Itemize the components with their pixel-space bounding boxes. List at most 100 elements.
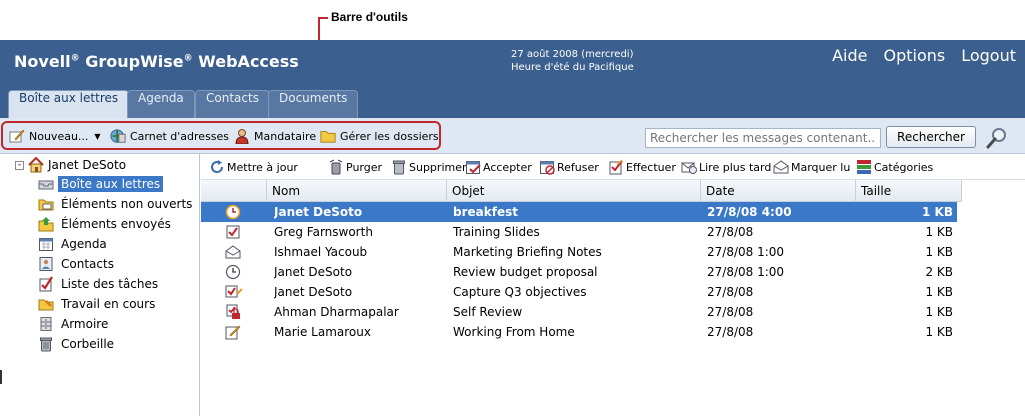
message-row[interactable]: Janet DeSoto breakfest 27/8/08 4:00 1 KB	[201, 202, 957, 222]
mark-read-button[interactable]: Marquer lu	[773, 159, 850, 175]
message-sender: Janet DeSoto	[274, 205, 363, 219]
calendar-icon	[38, 236, 54, 252]
new-button-label: Nouveau...	[29, 129, 89, 143]
complete-label: Effectuer	[626, 160, 676, 174]
message-date: 27/8/08	[707, 285, 754, 299]
search-button[interactable]: Rechercher	[886, 126, 976, 148]
collapse-icon[interactable]: -	[15, 160, 24, 170]
accept-button[interactable]: Accepter	[465, 159, 532, 175]
note-icon	[225, 324, 241, 340]
mail-icon	[225, 244, 241, 260]
cabinet-icon	[38, 316, 54, 332]
delete-button[interactable]: Supprimer	[391, 159, 467, 175]
delete-label: Supprimer	[409, 160, 467, 174]
manage-folders-label: Gérer les dossiers	[340, 129, 439, 143]
message-row[interactable]: Ishmael Yacoub Marketing Briefing Notes …	[201, 242, 957, 262]
folder-label: Contacts	[61, 257, 114, 271]
chevron-down-icon[interactable]: ▼	[94, 132, 100, 141]
contacts-icon	[38, 256, 54, 272]
column-header-size[interactable]: Taille	[856, 180, 962, 202]
work-in-progress-icon	[38, 296, 54, 312]
tab-documents[interactable]: Documents	[268, 90, 359, 118]
current-date: 27 août 2008 (mercredi)	[511, 49, 634, 60]
complete-icon	[608, 159, 624, 175]
message-size: 1 KB	[925, 225, 953, 239]
sent-items-icon	[38, 216, 54, 232]
column-header-subject[interactable]: Objet	[447, 180, 701, 202]
folder-work-in-progress[interactable]: Travail en cours	[38, 296, 158, 312]
column-header-name[interactable]: Nom	[267, 180, 447, 202]
tab-calendar[interactable]: Agenda	[127, 90, 195, 118]
folder-label: Armoire	[61, 317, 109, 331]
folder-cabinet[interactable]: Armoire	[38, 316, 111, 332]
read-later-button[interactable]: Lire plus tard	[681, 159, 771, 175]
text-cursor	[0, 370, 2, 384]
tab-contacts[interactable]: Contacts	[195, 90, 270, 118]
folder-icon	[320, 128, 336, 144]
message-row[interactable]: Greg Farnsworth Training Slides 27/8/08 …	[201, 222, 957, 242]
message-size: 1 KB	[925, 325, 953, 339]
refresh-label: Mettre à jour	[227, 160, 298, 174]
message-row[interactable]: Janet DeSoto Review budget proposal 27/8…	[201, 262, 957, 282]
accept-icon	[465, 159, 481, 175]
search-input[interactable]	[645, 128, 881, 148]
message-subject: breakfest	[453, 205, 518, 219]
appointment-icon	[225, 204, 241, 220]
message-sender: Greg Farnsworth	[274, 225, 373, 239]
column-header-date[interactable]: Date	[701, 180, 856, 202]
folder-label: Éléments envoyés	[61, 217, 171, 231]
appointment-icon	[225, 264, 241, 280]
tab-mailbox[interactable]: Boîte aux lettres	[8, 90, 130, 119]
help-link[interactable]: Aide	[832, 46, 867, 65]
complete-button[interactable]: Effectuer	[608, 159, 676, 175]
message-row[interactable]: Ahman Dharmapalar Self Review 27/8/08 1 …	[201, 302, 957, 322]
address-book-button[interactable]: Carnet d'adresses	[110, 128, 229, 144]
proxy-user-icon	[234, 128, 250, 144]
folder-contacts[interactable]: Contacts	[38, 256, 117, 272]
folder-calendar[interactable]: Agenda	[38, 236, 110, 252]
message-subject: Capture Q3 objectives	[453, 285, 587, 299]
column-header-icon[interactable]	[201, 180, 267, 202]
categories-button[interactable]: Catégories	[856, 159, 933, 175]
mark-read-icon	[773, 159, 789, 175]
current-timezone: Heure d'été du Pacifique	[511, 62, 634, 73]
folder-label: Travail en cours	[61, 297, 156, 311]
decline-button[interactable]: Refuser	[539, 159, 599, 175]
header-links: Aide Options Logout	[832, 46, 1016, 65]
categories-icon	[856, 159, 872, 175]
brand-reg-mark: ®	[70, 53, 80, 64]
refresh-button[interactable]: Mettre à jour	[209, 159, 298, 175]
manage-folders-button[interactable]: Gérer les dossiers	[320, 128, 439, 144]
delete-icon	[391, 159, 407, 175]
folder-trash[interactable]: Corbeille	[38, 336, 117, 352]
purge-button[interactable]: Purger	[328, 159, 382, 175]
app-title: Novell® GroupWise® WebAccess	[14, 52, 299, 71]
message-subject: Training Slides	[453, 225, 540, 239]
task-icon	[225, 224, 241, 240]
unopened-icon	[38, 196, 54, 212]
message-sender: Ishmael Yacoub	[274, 245, 368, 259]
categories-label: Catégories	[874, 160, 934, 174]
message-row[interactable]: Marie Lamaroux Working From Home 27/8/08…	[201, 322, 957, 342]
secure-task-icon	[225, 304, 241, 320]
tree-root[interactable]: - Janet DeSoto	[15, 157, 126, 173]
proxy-button[interactable]: Mandataire	[234, 128, 316, 144]
message-row[interactable]: Janet DeSoto Capture Q3 objectives 27/8/…	[201, 282, 957, 302]
folder-unopened[interactable]: Éléments non ouverts	[38, 196, 195, 212]
folder-label: Liste des tâches	[61, 277, 159, 291]
folder-mailbox[interactable]: Boîte aux lettres	[38, 176, 164, 192]
folder-sent[interactable]: Éléments envoyés	[38, 216, 174, 232]
message-sender: Marie Lamaroux	[274, 325, 371, 339]
decline-label: Refuser	[557, 160, 599, 174]
task-posted-icon	[225, 284, 243, 300]
folder-tree: - Janet DeSoto Boîte aux lettres Élément…	[0, 154, 200, 416]
purge-icon	[328, 159, 344, 175]
message-sender: Janet DeSoto	[274, 285, 353, 299]
logout-link[interactable]: Logout	[961, 46, 1016, 65]
folder-tasks[interactable]: Liste des tâches	[38, 276, 161, 292]
advanced-search-icon[interactable]	[985, 126, 1009, 150]
folder-label: Éléments non ouverts	[61, 197, 193, 211]
message-size: 1 KB	[922, 205, 953, 219]
options-link[interactable]: Options	[883, 46, 945, 65]
new-button[interactable]: Nouveau... ▼	[9, 128, 101, 144]
